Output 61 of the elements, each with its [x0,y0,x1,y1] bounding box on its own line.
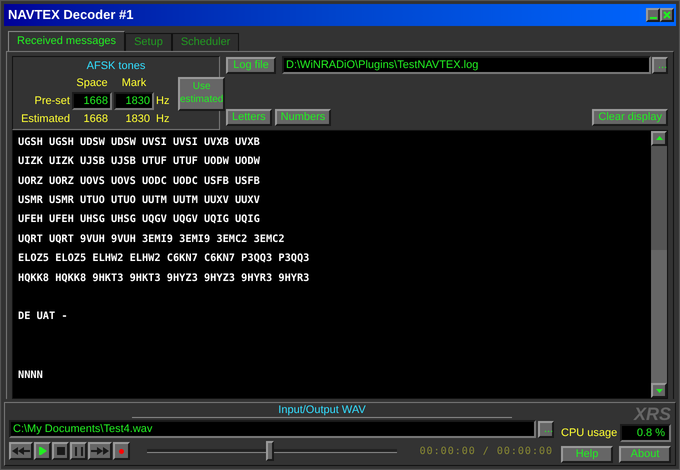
tab[interactable]: Scheduler [172,33,240,51]
down-arrow-icon [656,388,662,392]
message-line: UORZ UORZ UOVS UOVS UODC UODC USFB USFB [18,174,260,189]
pause-icon [74,446,82,456]
tab[interactable]: Setup [125,33,172,51]
cpu-usage-label: CPU usage [561,426,618,441]
row-label: Pre-set [34,94,70,109]
fast-forward-icon [91,447,109,455]
row-label: Estimated [20,112,70,127]
message-line: UGSH UGSH UDSW UDSW UVSI UVSI UVXB UVXB [18,134,260,150]
message-line: USMR USMR UTUO UTUO UUTM UUTM UUXV UUXV [18,193,260,208]
minimize-icon [650,17,656,19]
scrollbar[interactable] [651,130,667,398]
browse-button[interactable]: ... [538,420,554,438]
message-line: ELOZ5 ELOZ5 ELHW2 ELHW2 C6KN7 C6KN7 P3QQ3 P3QQ3 [18,251,310,266]
close-button[interactable] [660,8,674,22]
cpu-usage-reading: 0.8 % [620,424,671,442]
wav-path-field[interactable]: C:\My Documents\Test4.wav [9,420,536,438]
transport-button[interactable] [52,442,69,460]
space-reading: 1668 [82,112,109,127]
unit-label: Hz [156,94,170,109]
section-title: Input/Output WAV [132,404,512,418]
up-arrow-icon [656,136,662,140]
clear-display-button[interactable]: Clear display [592,108,668,126]
footer-button[interactable]: Help [561,446,613,463]
minimize-button[interactable] [646,8,660,22]
transport-button[interactable] [34,442,51,460]
record-icon [119,448,124,454]
unit-label: Hz [156,112,170,127]
message-line: NNNN [18,368,43,383]
transport-button[interactable] [70,442,87,460]
play-icon [38,447,46,455]
log-path-field[interactable]: D:\WiNRADiO\Plugins\TestNAVTEX.log [282,56,651,74]
space-input-field[interactable]: 1668 [72,92,112,110]
column-label: Space [75,76,109,90]
transport-button[interactable] [9,442,33,460]
message-line: HQKK8 HQKK8 9HKT3 9HKT3 9HYZ3 9HYZ3 9HYR3 9HYR3 [18,270,310,286]
shift-button[interactable]: Letters [226,108,272,126]
transport-button[interactable] [113,442,130,460]
position-slider[interactable] [147,441,397,461]
tab[interactable]: Received messages [8,31,126,51]
slider-thumb[interactable] [266,441,274,461]
close-icon [663,11,671,19]
mark-input-field[interactable]: 1830 [114,92,154,110]
transport-button[interactable] [88,442,112,460]
time-display: 00:00:00 / 00:00:00 [420,444,553,458]
mark-reading: 1830 [124,112,151,127]
column-label: Mark [120,76,148,90]
message-line: UQRT UQRT 9VUH 9VUH 3EMI9 3EMI9 3EMC2 3EMC2 [18,232,285,247]
stop-icon [56,447,64,455]
window-title: NAVTEX Decoder #1 [8,6,134,24]
message-line: UIZK UIZK UJSB UJSB UTUF UTUF UODW UODW [18,154,260,170]
footer-button[interactable]: About [619,446,671,463]
browse-button[interactable]: ... [652,56,668,74]
message-line: UFEH UFEH UHSG UHSG UQGV UQGV UQIG UQIG [18,212,260,228]
log-file-button[interactable]: Log file [226,56,276,74]
rewind-icon [12,447,30,455]
shift-button[interactable]: Numbers [274,108,332,126]
use-estimated-button[interactable]: Use estimated [178,76,226,110]
group-title: AFSK tones [86,59,146,74]
message-line: DE UAT - [18,309,68,324]
